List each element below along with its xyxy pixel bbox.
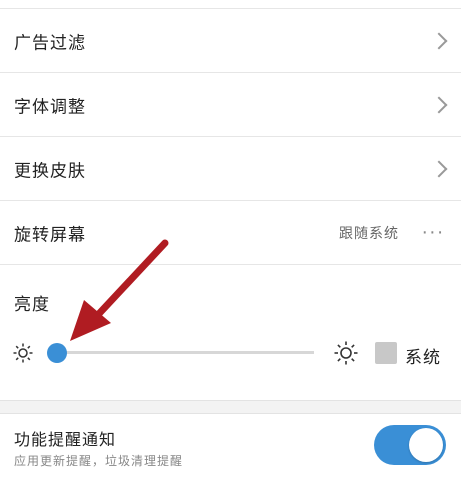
annotation-arrow bbox=[70, 239, 169, 341]
